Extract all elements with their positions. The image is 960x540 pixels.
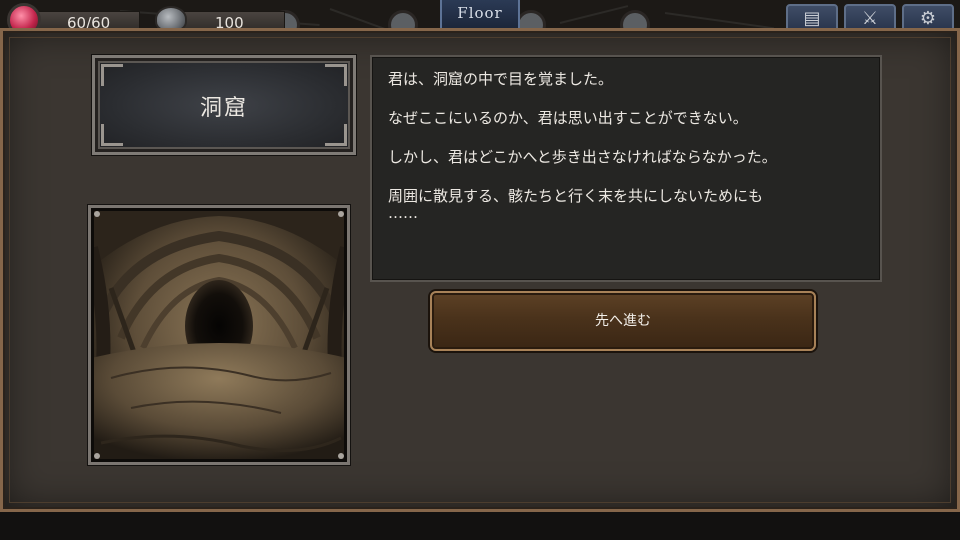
story-line: ……	[388, 204, 418, 222]
ornament-corner	[325, 124, 347, 146]
story-line: 君は、洞窟の中で目を覚ました。	[388, 70, 614, 88]
book-icon: ▤	[803, 8, 821, 29]
map-path-line	[559, 5, 629, 24]
location-title: 洞窟	[199, 96, 248, 121]
story-line: なぜここにいるのか、君は思い出すことができない。	[388, 109, 748, 127]
ornament-corner	[101, 64, 123, 86]
cave-image	[91, 208, 347, 462]
ornament-corner	[325, 64, 347, 86]
sword-icon: ⚔	[861, 8, 879, 29]
map-path-line	[664, 12, 775, 30]
rivet	[94, 211, 100, 217]
game-screen: 60/60 100 Floor ▤ ⚔ ⚙ 洞窟 君は、洞窟の中で目を覚ました。…	[0, 0, 960, 540]
cave-illustration	[88, 205, 350, 465]
story-line: しかし、君はどこかへと歩き出さなければならなかった。	[388, 148, 777, 166]
bottom-bar	[0, 512, 960, 540]
rivet	[94, 453, 100, 459]
rivet	[338, 211, 344, 217]
ornament-corner	[101, 124, 123, 146]
proceed-button[interactable]: 先へ進む	[430, 291, 816, 351]
story-text-box: 君は、洞窟の中で目を覚ました。 なぜここにいるのか、君は思い出すことができない。…	[370, 55, 882, 282]
story-line: 周囲に散見する、骸たちと行く末を共にしないためにも	[388, 187, 764, 205]
location-title-plate: 洞窟	[92, 55, 356, 155]
gear-icon: ⚙	[919, 8, 937, 29]
rivet	[338, 453, 344, 459]
